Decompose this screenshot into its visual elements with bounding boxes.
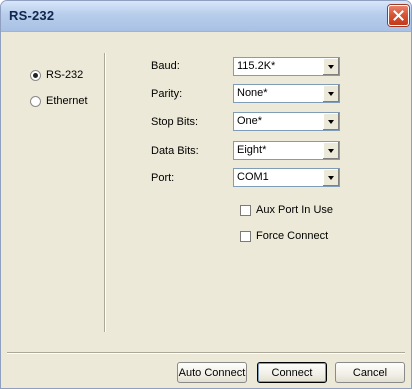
window-title: RS-232: [9, 8, 55, 23]
dialog-body: RS-232 Ethernet Baud: 115.2K* Parity: No…: [7, 37, 405, 350]
radio-rs232-label: RS-232: [46, 69, 84, 81]
parity-value: None*: [237, 87, 268, 99]
bottom-separator: [7, 352, 405, 354]
connect-button[interactable]: Connect: [257, 362, 327, 383]
chevron-down-icon[interactable]: [322, 142, 339, 159]
port-value: COM1: [237, 171, 269, 183]
auto-connect-button[interactable]: Auto Connect: [177, 362, 247, 383]
parity-select[interactable]: None*: [233, 84, 340, 103]
port-label: Port:: [151, 172, 175, 184]
chevron-down-icon[interactable]: [322, 58, 339, 75]
chevron-down-icon[interactable]: [322, 113, 339, 130]
chevron-down-icon[interactable]: [322, 85, 339, 102]
stop-bits-value: One*: [237, 115, 263, 127]
data-bits-value: Eight*: [237, 144, 267, 156]
close-button[interactable]: [388, 5, 409, 26]
aux-port-checkbox-row[interactable]: Aux Port In Use: [240, 203, 333, 217]
baud-label: Baud:: [151, 60, 180, 72]
radio-ethernet-label: Ethernet: [46, 95, 88, 107]
baud-select[interactable]: 115.2K*: [233, 57, 340, 76]
aux-port-checkbox[interactable]: [240, 204, 251, 216]
close-icon: [393, 10, 404, 21]
stop-bits-label: Stop Bits:: [151, 116, 199, 128]
force-connect-checkbox-row[interactable]: Force Connect: [240, 229, 328, 243]
data-bits-select[interactable]: Eight*: [233, 141, 340, 160]
parity-label: Parity:: [151, 88, 183, 100]
baud-value: 115.2K*: [237, 60, 276, 72]
radio-rs232-indicator[interactable]: [30, 69, 41, 81]
port-select[interactable]: COM1: [233, 168, 340, 187]
force-connect-checkbox[interactable]: [240, 230, 251, 242]
vertical-divider: [104, 53, 106, 332]
stop-bits-select[interactable]: One*: [233, 112, 340, 131]
radio-rs232[interactable]: RS-232: [30, 67, 83, 83]
chevron-down-icon[interactable]: [322, 169, 339, 186]
radio-ethernet-indicator[interactable]: [30, 95, 41, 107]
cancel-button[interactable]: Cancel: [335, 362, 405, 383]
rs232-dialog: RS-232 RS-232 Ethernet Baud: 115.2K* Par…: [0, 0, 412, 389]
force-connect-label: Force Connect: [256, 230, 329, 242]
radio-ethernet[interactable]: Ethernet: [30, 93, 88, 109]
data-bits-label: Data Bits:: [151, 145, 199, 157]
title-bar[interactable]: RS-232: [1, 1, 411, 32]
aux-port-label: Aux Port In Use: [256, 204, 334, 216]
